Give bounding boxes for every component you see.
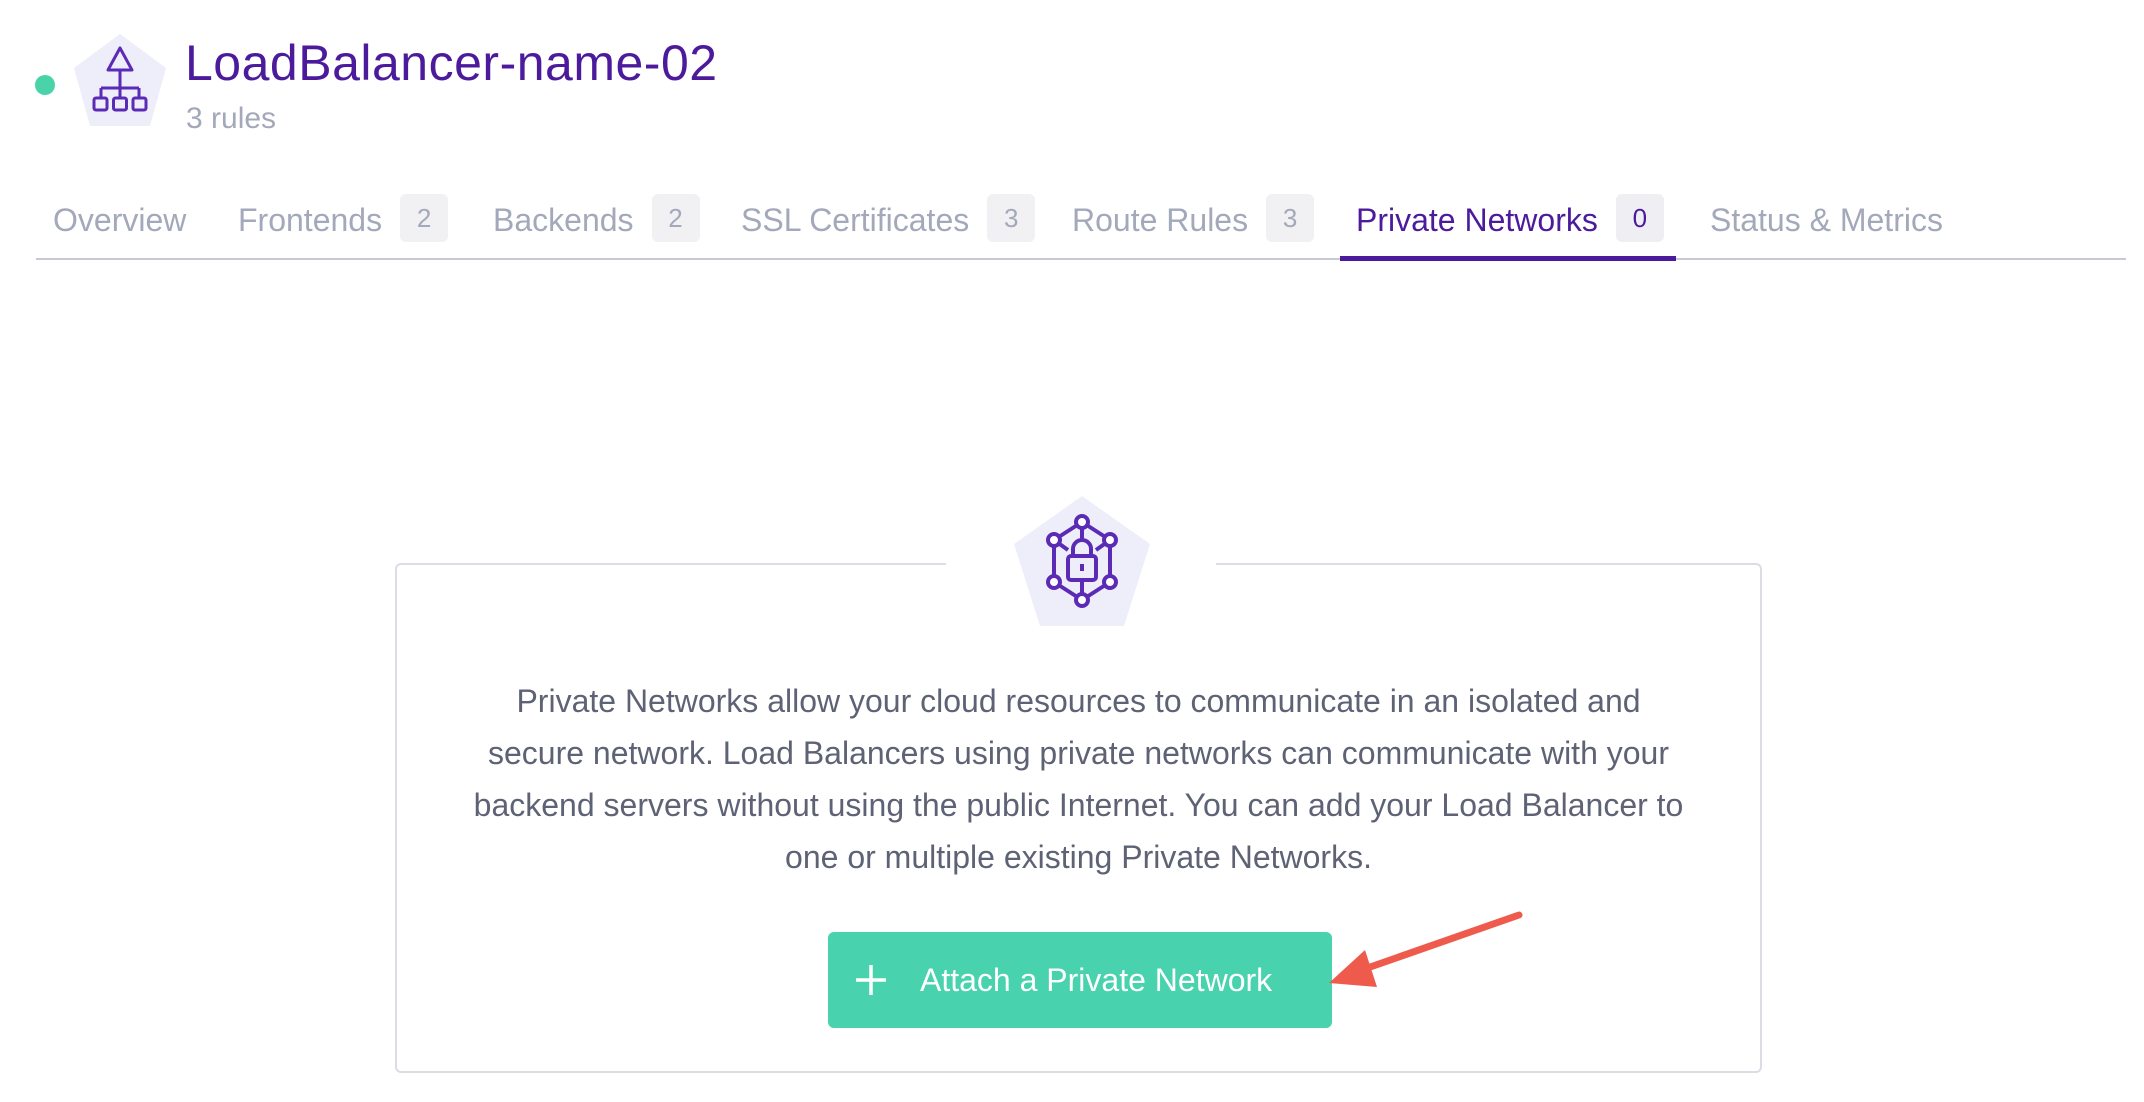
annotation-arrow-icon [1329,911,1523,987]
status-indicator [35,75,55,95]
tab-label: Private Networks [1356,202,1598,238]
tab-status-metrics[interactable]: Status & Metrics [1710,186,1943,258]
tab-private-networks[interactable]: Private Networks 0 [1340,186,1676,261]
plus-icon [856,965,886,995]
count-badge: 3 [1266,194,1315,242]
tab-bar: Overview Frontends 2 Backends 2 SSL Cert… [36,186,2126,261]
tab-route-rules[interactable]: Route Rules 3 [1072,186,1315,258]
tab-frontends[interactable]: Frontends 2 [238,186,449,258]
tab-label: SSL Certificates [741,202,970,238]
tab-overview[interactable]: Overview [53,186,186,258]
tab-label: Frontends [238,202,383,238]
attach-private-network-button[interactable]: Attach a Private Network [828,932,1332,1028]
count-badge: 2 [400,194,449,242]
tab-label: Overview [53,202,187,238]
tab-label: Backends [493,202,634,238]
count-badge: 2 [651,194,700,242]
tab-label: Status & Metrics [1710,202,1943,238]
button-label: Attach a Private Network [920,961,1273,998]
count-badge: 3 [987,194,1036,242]
count-badge: 0 [1615,194,1664,242]
tab-backends[interactable]: Backends 2 [493,186,700,258]
load-balancer-icon [74,34,166,126]
rules-count: 3 rules [186,102,277,135]
private-network-lock-icon [1014,496,1150,626]
empty-state-description: Private Networks allow your cloud resour… [473,683,1684,875]
page-title: LoadBalancer-name-02 [185,35,718,91]
tab-label: Route Rules [1072,202,1249,238]
tab-ssl-certificates[interactable]: SSL Certificates 3 [741,186,1036,258]
